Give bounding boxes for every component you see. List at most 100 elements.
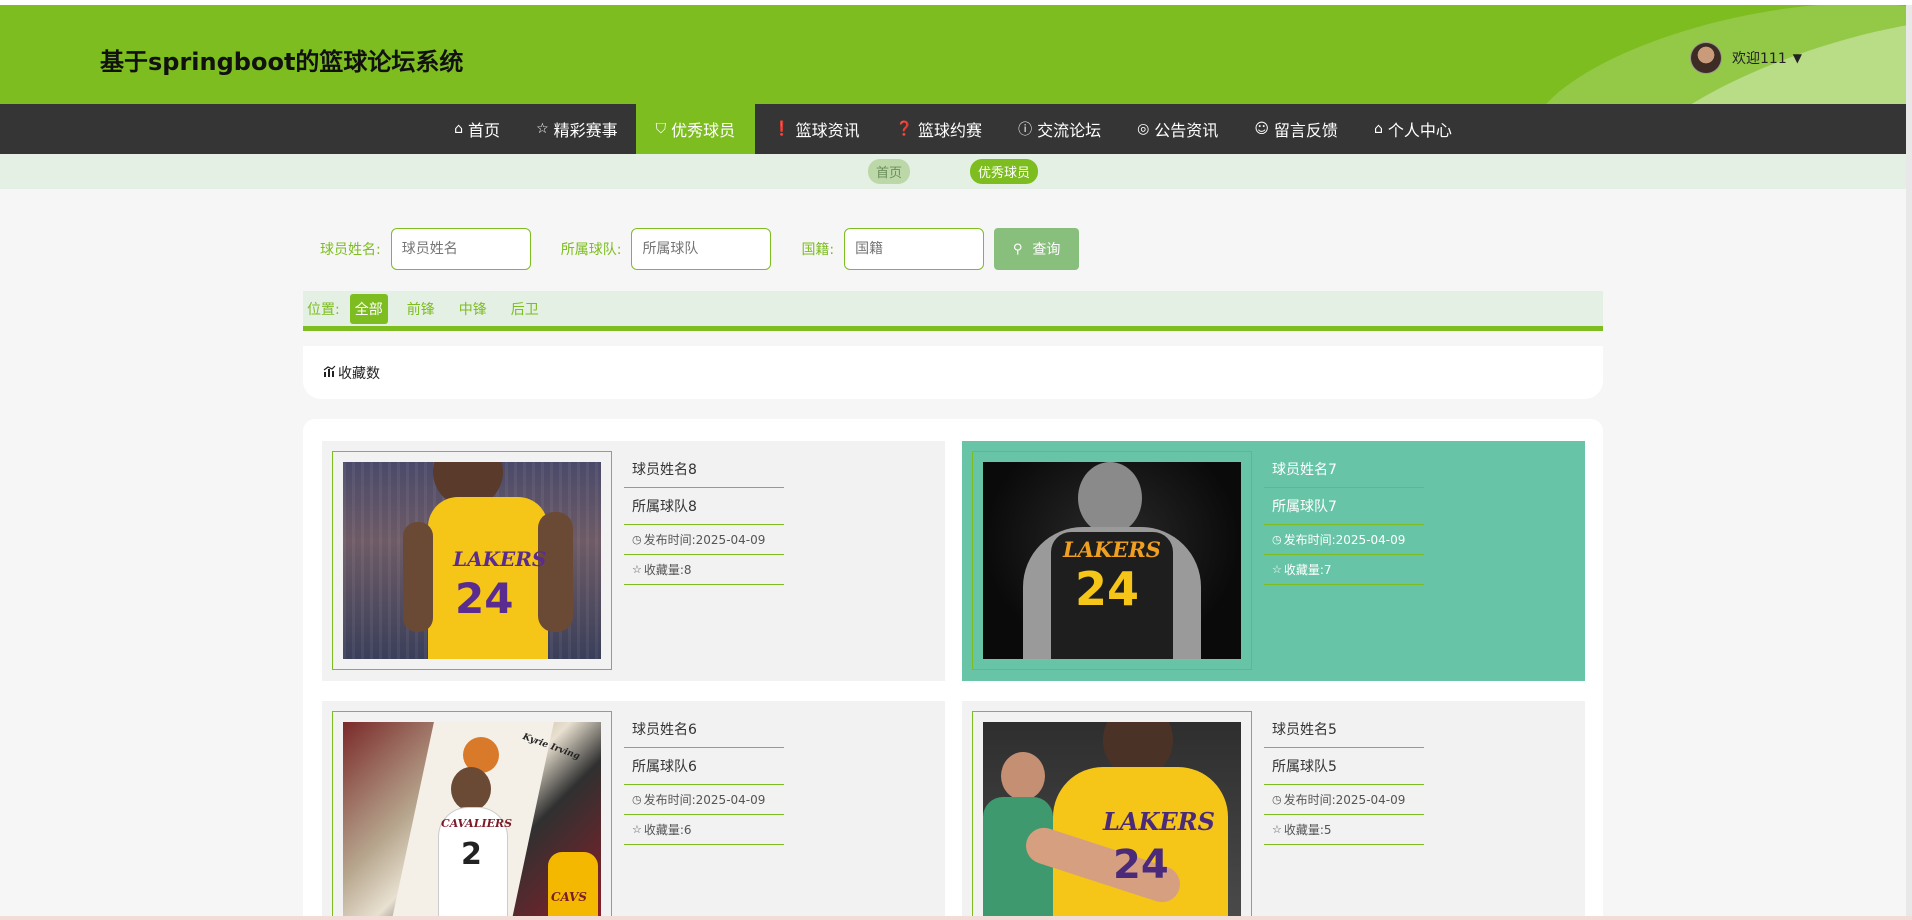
publish-time: ◷ 发布时间: 2025-04-09 (1264, 525, 1424, 555)
nav-item-label: 交流论坛 (1037, 121, 1102, 140)
sort-label: 收藏数 (338, 365, 380, 382)
publish-time-value: 2025-04-09 (1335, 532, 1406, 547)
star-icon: ☆ (1272, 823, 1282, 836)
alert-icon: ❗ (773, 121, 791, 137)
player-info: 球员姓名6 所属球队6 ◷ 发布时间: 2025-04-09 ☆ 收藏量: 6 (624, 711, 784, 845)
jersey-text: LAKERS (453, 547, 547, 571)
nationality-label: 国籍: (801, 242, 835, 258)
breadcrumb-home[interactable]: 首页 (867, 159, 910, 184)
star-icon: ☆ (1272, 563, 1282, 576)
position-label: 位置: (307, 301, 340, 318)
jersey-number: 2 (461, 837, 482, 872)
team-label: 所属球队: (560, 242, 622, 258)
nav-item-news[interactable]: ❗ 篮球资讯 (755, 104, 877, 154)
chart-icon (323, 365, 336, 380)
site-header: 基于springboot的篮球论坛系统 欢迎111 ▼ (0, 5, 1906, 104)
favorites-value: 7 (1323, 562, 1332, 577)
nav-item-home[interactable]: ⌂ 首页 (436, 104, 518, 154)
favorites-value: 6 (683, 822, 692, 837)
nav-item-profile[interactable]: ⌂ 个人中心 (1356, 104, 1470, 154)
player-photo[interactable]: LAKERS 24 (983, 722, 1241, 919)
player-card[interactable]: LAKERS 24 球员姓名5 所属球队5 ◷ 发布时间: 2025-04-09… (962, 701, 1585, 920)
player-name[interactable]: 球员姓名5 (1264, 711, 1424, 748)
user-menu[interactable]: 欢迎111 ▼ (1690, 41, 1802, 75)
publish-time-value: 2025-04-09 (695, 532, 766, 547)
publish-time-label: 发布时间: (643, 533, 696, 547)
nav-item-notices[interactable]: ◎ 公告资讯 (1119, 104, 1236, 154)
nav-item-matches[interactable]: ❓ 篮球约赛 (878, 104, 1000, 154)
clock-icon: ◷ (632, 793, 642, 806)
player-info: 球员姓名7 所属球队7 ◷ 发布时间: 2025-04-09 ☆ 收藏量: 7 (1264, 451, 1424, 585)
filter-option-forward[interactable]: 前锋 (402, 294, 440, 324)
publish-time-label: 发布时间: (1283, 793, 1336, 807)
position-filter: 位置: 全部 前锋 中锋 后卫 (303, 291, 1603, 331)
nationality-input[interactable] (844, 228, 985, 270)
publish-time-label: 发布时间: (643, 793, 696, 807)
player-name-label: 球员姓名: (320, 242, 381, 258)
sort-by-favorites[interactable]: 收藏数 (323, 363, 380, 383)
player-team: 所属球队6 (624, 748, 784, 785)
star-icon: ☆ (632, 563, 642, 576)
player-photo[interactable]: CAVALIERS 2 CAVS Kyrie Irving (343, 722, 601, 919)
nav-item-label: 篮球资讯 (795, 121, 860, 140)
player-photo-frame: LAKERS 24 (972, 711, 1252, 920)
nav-item-forum[interactable]: ⓘ 交流论坛 (1000, 104, 1119, 154)
jersey-number: 24 (1075, 562, 1140, 616)
player-photo[interactable]: LAKERS 24 (343, 462, 601, 659)
question-icon: ❓ (895, 121, 914, 137)
nav-item-players[interactable]: ⛉ 优秀球员 (635, 104, 756, 154)
nav-item-label: 精彩赛事 (553, 121, 618, 140)
welcome-text[interactable]: 欢迎111 (1732, 48, 1787, 68)
publish-time: ◷ 发布时间: 2025-04-09 (624, 785, 784, 815)
nav-item-label: 个人中心 (1387, 121, 1452, 140)
favorites-count: ☆ 收藏量: 8 (624, 555, 784, 585)
home-icon: ⌂ (1373, 121, 1383, 137)
favorites-count: ☆ 收藏量: 6 (624, 815, 784, 845)
bag-icon: ⛉ (655, 121, 667, 137)
jersey-number: 24 (1113, 842, 1169, 888)
favorites-label: 收藏量: (1283, 823, 1324, 837)
player-team: 所属球队5 (1264, 748, 1424, 785)
favorites-label: 收藏量: (1283, 563, 1324, 577)
nav-item-feedback[interactable]: ☺ 留言反馈 (1236, 104, 1356, 154)
clock-icon: ◷ (1272, 793, 1282, 806)
player-photo[interactable]: LAKERS 24 (983, 462, 1241, 659)
publish-time-label: 发布时间: (1283, 533, 1336, 547)
filter-option-all[interactable]: 全部 (349, 293, 388, 324)
breadcrumb: 首页 优秀球员 (0, 154, 1906, 189)
target-icon: ◎ (1137, 121, 1150, 137)
player-card[interactable]: LAKERS 24 球员姓名8 所属球队8 ◷ 发布时间: 2025-04-09… (322, 441, 945, 681)
star-icon: ☆ (632, 823, 642, 836)
publish-time: ◷ 发布时间: 2025-04-09 (624, 525, 784, 555)
player-photo-frame: LAKERS 24 (332, 451, 612, 670)
caret-down-icon[interactable]: ▼ (1793, 51, 1802, 65)
nav-item-label: 首页 (468, 121, 501, 140)
player-name[interactable]: 球员姓名6 (624, 711, 784, 748)
site-title: 基于springboot的篮球论坛系统 (100, 48, 464, 76)
nav-item-label: 公告资讯 (1154, 121, 1219, 140)
favorites-count: ☆ 收藏量: 5 (1264, 815, 1424, 845)
favorites-value: 8 (683, 562, 692, 577)
team-input[interactable] (631, 228, 772, 270)
scrollbar[interactable] (1906, 5, 1912, 916)
player-photo-frame: LAKERS 24 (972, 451, 1252, 670)
avatar[interactable] (1690, 42, 1722, 74)
player-name[interactable]: 球员姓名8 (624, 451, 784, 488)
favorites-value: 5 (1323, 822, 1332, 837)
search-button[interactable]: ⚲ 查询 (994, 228, 1080, 270)
jersey-text: LAKERS (1103, 807, 1215, 836)
clock-icon: ◷ (632, 533, 642, 546)
nav-item-events[interactable]: ☆ 精彩赛事 (518, 104, 636, 154)
player-card[interactable]: LAKERS 24 球员姓名7 所属球队7 ◷ 发布时间: 2025-04-09… (962, 441, 1585, 681)
main-nav: ⌂ 首页 ☆ 精彩赛事 ⛉ 优秀球员 ❗ 篮球资讯 ❓ 篮球约赛 ⓘ 交流论坛 … (0, 104, 1906, 154)
filter-option-guard[interactable]: 后卫 (506, 294, 544, 324)
jersey-number: 24 (455, 574, 514, 623)
favorites-label: 收藏量: (643, 823, 684, 837)
player-name-input[interactable] (390, 228, 531, 270)
player-name[interactable]: 球员姓名7 (1264, 451, 1424, 488)
publish-time: ◷ 发布时间: 2025-04-09 (1264, 785, 1424, 815)
player-card[interactable]: CAVALIERS 2 CAVS Kyrie Irving 球员姓名6 所属球队… (322, 701, 945, 920)
filter-option-center[interactable]: 中锋 (454, 294, 492, 324)
publish-time-value: 2025-04-09 (1335, 792, 1406, 807)
star-icon: ☆ (536, 121, 549, 137)
